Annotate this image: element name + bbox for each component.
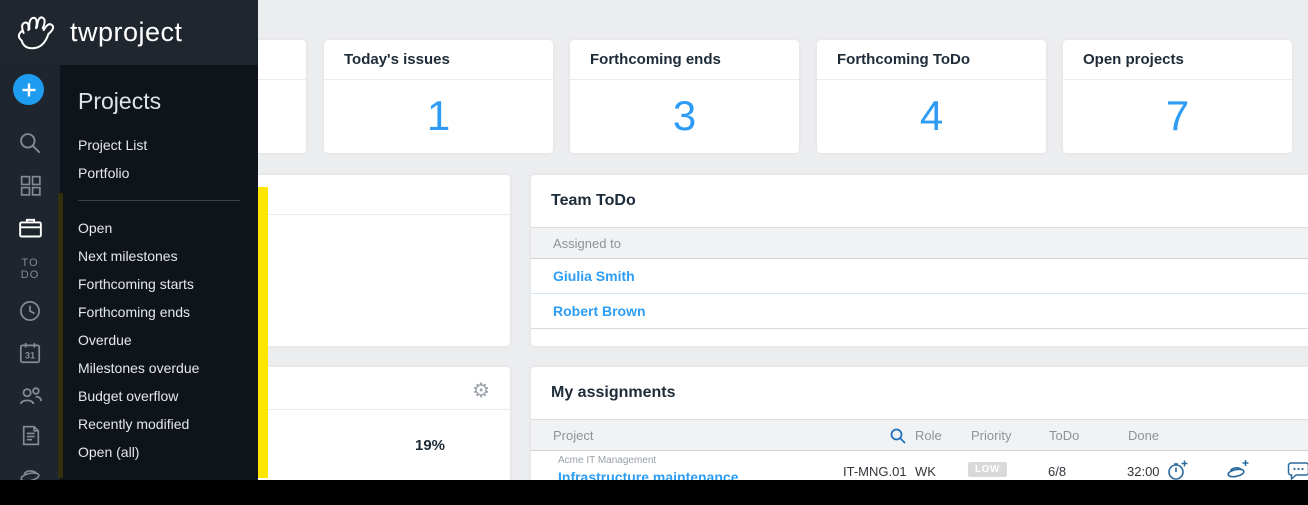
stat-card-todays-issues[interactable]: Today's issues 1 xyxy=(324,40,553,153)
column-header-todo: ToDo xyxy=(1049,428,1080,443)
app-header: twproject xyxy=(0,0,258,65)
menu-item-milestones-overdue[interactable]: Milestones overdue xyxy=(60,354,258,382)
table-header-row: Project Role Priority ToDo Done xyxy=(531,419,1308,451)
menu-item-next-milestones[interactable]: Next milestones xyxy=(60,242,258,270)
stat-card-header: Forthcoming ToDo xyxy=(817,40,1046,80)
stat-card-open-projects[interactable]: Open projects 7 xyxy=(1063,40,1292,153)
stat-card-forthcoming-ends[interactable]: Forthcoming ends 3 xyxy=(570,40,799,153)
column-header-done: Done xyxy=(1128,428,1160,443)
sidebar: TO DO 31 xyxy=(0,65,60,505)
sidebar-item-projects[interactable] xyxy=(0,207,60,247)
progress-percent: 19% xyxy=(414,437,446,454)
clock-icon xyxy=(17,298,43,324)
svg-text:31: 31 xyxy=(25,350,35,360)
stat-card-value: 3 xyxy=(672,92,697,139)
document-icon xyxy=(18,423,43,448)
panel-header xyxy=(250,175,510,215)
assignee-link[interactable]: Robert Brown xyxy=(553,303,646,319)
panel-header: My assignments xyxy=(531,367,1308,419)
done-value: 32:00 xyxy=(1127,464,1160,479)
panel-title: My assignments xyxy=(551,384,676,401)
stat-card-value: 1 xyxy=(426,92,451,139)
assignee-link[interactable]: Giulia Smith xyxy=(553,268,635,284)
table-header-row: Assigned to xyxy=(531,227,1308,259)
left-panel-top xyxy=(250,175,510,346)
stat-card-label: Open projects xyxy=(1083,51,1184,68)
search-icon[interactable] xyxy=(889,427,907,445)
priority-badge: LOW xyxy=(968,462,1007,477)
table-row: Robert Brown xyxy=(531,294,1308,329)
yellow-highlight-bar xyxy=(258,187,268,478)
role-value: WK xyxy=(915,464,936,479)
stat-card-value: 4 xyxy=(919,92,944,139)
menu-divider xyxy=(78,200,240,201)
menu-item-forthcoming-starts[interactable]: Forthcoming starts xyxy=(60,270,258,298)
column-header-priority: Priority xyxy=(971,428,1012,443)
dashboard-icon xyxy=(18,173,43,198)
panel-header: Team ToDo xyxy=(531,175,1308,227)
twproject-logo-icon xyxy=(14,12,60,54)
menu-item-project-list[interactable]: Project List xyxy=(60,131,258,159)
flyout-title: Projects xyxy=(78,88,162,114)
table-row: Giulia Smith xyxy=(531,259,1308,294)
column-header-assigned-to: Assigned to xyxy=(553,235,621,251)
column-header-project: Project xyxy=(553,428,594,443)
stat-card-label: Forthcoming ToDo xyxy=(837,51,971,68)
people-icon xyxy=(17,382,44,409)
stat-card-label: Today's issues xyxy=(344,51,450,68)
todo-value: 6/8 xyxy=(1048,464,1067,479)
menu-item-budget-overflow[interactable]: Budget overflow xyxy=(60,382,258,410)
add-button[interactable] xyxy=(13,74,44,105)
bottom-letterbox-bar xyxy=(0,480,1308,505)
column-header-role: Role xyxy=(915,428,942,443)
project-code: IT-MNG.01 xyxy=(843,464,907,479)
menu-item-overdue[interactable]: Overdue xyxy=(60,326,258,354)
menu-item-forthcoming-ends[interactable]: Forthcoming ends xyxy=(60,298,258,326)
comment-icon[interactable] xyxy=(1287,460,1308,481)
dimmed-highlight-strip xyxy=(58,193,63,478)
sidebar-item-calendar[interactable]: 31 xyxy=(0,333,60,373)
sidebar-item-dashboard[interactable] xyxy=(0,165,60,205)
todo-label: TO DO xyxy=(20,257,40,281)
gear-icon[interactable]: ⚙ xyxy=(472,381,490,401)
calendar-icon: 31 xyxy=(17,340,43,366)
brand-name: twproject xyxy=(70,17,183,47)
project-group-label: Acme IT Management xyxy=(558,455,657,466)
menu-item-recently-modified[interactable]: Recently modified xyxy=(60,410,258,438)
sidebar-item-documents[interactable] xyxy=(0,415,60,455)
search-icon xyxy=(17,130,43,156)
projects-flyout-menu: Projects Project List Portfolio Open Nex… xyxy=(60,65,258,480)
menu-item-open[interactable]: Open xyxy=(60,214,258,242)
sidebar-item-resources[interactable] xyxy=(0,375,60,415)
stat-card-header: Today's issues xyxy=(324,40,553,80)
stat-card-header: Open projects xyxy=(1063,40,1292,80)
team-todo-panel: Team ToDo Assigned to Giulia Smith Rober… xyxy=(531,175,1308,346)
stat-card-forthcoming-todo[interactable]: Forthcoming ToDo 4 xyxy=(817,40,1046,153)
briefcase-icon xyxy=(17,214,44,241)
menu-item-open-all[interactable]: Open (all) xyxy=(60,438,258,466)
sidebar-item-search[interactable] xyxy=(0,123,60,163)
stat-card-value: 7 xyxy=(1165,92,1190,139)
sidebar-item-todo[interactable]: TO DO xyxy=(0,249,60,289)
panel-title: Team ToDo xyxy=(551,192,636,209)
sidebar-item-timesheet[interactable] xyxy=(0,291,60,331)
panel-header: ⚙ xyxy=(250,367,510,410)
stat-card-header: Forthcoming ends xyxy=(570,40,799,80)
menu-item-portfolio[interactable]: Portfolio xyxy=(60,159,258,187)
stat-card-label: Forthcoming ends xyxy=(590,51,721,68)
